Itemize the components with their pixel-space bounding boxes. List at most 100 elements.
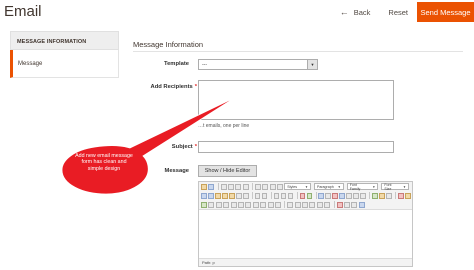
delete-row-icon[interactable] — [237, 201, 244, 208]
paste-icon[interactable] — [214, 192, 221, 199]
toolbar-separator — [395, 192, 397, 199]
merge-cells-icon[interactable] — [274, 201, 281, 208]
undo-icon[interactable] — [299, 192, 306, 199]
find-icon[interactable] — [235, 192, 242, 199]
help-icon[interactable] — [353, 192, 359, 199]
background-color-icon[interactable] — [405, 192, 411, 199]
horizontal-rule-icon[interactable] — [287, 201, 294, 208]
header-actions: ← Back Reset Send Message — [340, 2, 474, 22]
back-button[interactable]: ← Back — [340, 7, 371, 17]
required-marker: * — [194, 144, 197, 150]
arrow-left-icon: ← — [339, 7, 349, 17]
image-icon[interactable] — [339, 192, 345, 199]
toolbar-separator — [270, 192, 272, 199]
unlink-icon[interactable] — [325, 192, 331, 199]
toolbar-separator — [369, 192, 371, 199]
preview-icon[interactable] — [386, 192, 392, 199]
insert-widget-icon[interactable] — [201, 183, 207, 190]
redo-icon[interactable] — [306, 192, 313, 199]
cell-props-icon[interactable] — [215, 201, 222, 208]
insert-media-icon[interactable] — [336, 201, 343, 208]
template-select-value: --- — [202, 62, 207, 68]
page-title: Email — [4, 3, 42, 20]
subject-label: Subject * — [171, 144, 197, 150]
recipients-hint: …t emails, one per line — [198, 123, 250, 129]
insert-col-before-icon[interactable] — [245, 201, 252, 208]
editor-toolbar-row-2 — [199, 191, 412, 200]
paste-text-icon[interactable] — [221, 192, 228, 199]
align-left-icon[interactable] — [254, 183, 261, 190]
editor-toolbar-row-3 — [199, 200, 412, 209]
subscript-icon[interactable] — [309, 201, 316, 208]
message-label: Message — [164, 168, 190, 174]
fullscreen-icon[interactable] — [344, 201, 351, 208]
editor-status-path: Path: p — [199, 258, 412, 266]
insert-col-after-icon[interactable] — [252, 201, 259, 208]
toolbar-separator — [217, 183, 219, 190]
text-color-icon[interactable] — [398, 192, 404, 199]
cut-icon[interactable] — [201, 192, 207, 199]
insert-row-after-icon[interactable] — [230, 201, 237, 208]
insert-row-before-icon[interactable] — [223, 201, 230, 208]
copy-icon[interactable] — [207, 192, 214, 199]
visual-aid-icon[interactable] — [302, 201, 309, 208]
row-props-icon[interactable] — [208, 201, 215, 208]
toolbar-separator — [251, 192, 253, 199]
toolbar-separator — [315, 192, 317, 199]
numbered-list-icon[interactable] — [261, 192, 268, 199]
callout-text: Add new email message form has clean and… — [75, 153, 133, 172]
font-size-select[interactable]: Font Size ▼ — [381, 183, 409, 191]
toolbar-separator — [333, 201, 335, 208]
indent-icon[interactable] — [280, 192, 287, 199]
font-family-select[interactable]: Font Family ▼ — [346, 183, 379, 191]
required-marker: * — [194, 84, 197, 90]
bold-icon[interactable] — [220, 183, 227, 190]
outdent-icon[interactable] — [273, 192, 280, 199]
pilcrow-icon[interactable] — [351, 201, 358, 208]
send-message-button[interactable]: Send Message — [417, 2, 474, 22]
template-select[interactable]: --- ▼ — [198, 59, 318, 70]
section-title: Message Information — [133, 40, 204, 49]
blockquote-icon[interactable] — [287, 192, 294, 199]
paragraph-select[interactable]: Paragraph ▼ — [313, 183, 344, 190]
insert-time-icon[interactable] — [379, 192, 385, 199]
sidebar: MESSAGE INFORMATION Message — [10, 31, 119, 78]
toolbar-separator — [296, 192, 298, 199]
italic-icon[interactable] — [227, 183, 234, 190]
link-icon[interactable] — [318, 192, 324, 199]
table-icon[interactable] — [201, 201, 207, 208]
show-hide-editor-button[interactable]: Show / Hide Editor — [198, 165, 257, 177]
paste-word-icon[interactable] — [228, 192, 235, 199]
split-cells-icon[interactable] — [267, 201, 274, 208]
recipients-textarea[interactable] — [198, 80, 394, 120]
underline-icon[interactable] — [235, 183, 242, 190]
strikethrough-icon[interactable] — [242, 183, 249, 190]
align-right-icon[interactable] — [269, 183, 276, 190]
replace-icon[interactable] — [242, 192, 249, 199]
remove-format-icon[interactable] — [294, 201, 301, 208]
direction-icon[interactable] — [358, 201, 365, 208]
sidebar-heading: MESSAGE INFORMATION — [10, 31, 119, 50]
editor-content-area[interactable] — [199, 210, 412, 258]
superscript-icon[interactable] — [316, 201, 323, 208]
sidebar-item-message[interactable]: Message — [10, 50, 119, 78]
template-label: Template — [163, 61, 189, 67]
recipients-label: Add Recipients * — [150, 84, 197, 90]
insert-date-icon[interactable] — [372, 192, 378, 199]
source-code-icon[interactable] — [360, 192, 366, 199]
char-map-icon[interactable] — [324, 201, 331, 208]
wysiwyg-editor: Styles ▼ Paragraph ▼ Font Family ▼ Font Siz… — [198, 181, 413, 267]
align-center-icon[interactable] — [262, 183, 269, 190]
cleanup-icon[interactable] — [346, 192, 352, 199]
chevron-down-icon: ▼ — [307, 60, 317, 69]
reset-button[interactable]: Reset — [388, 8, 408, 17]
delete-col-icon[interactable] — [260, 201, 267, 208]
styles-select[interactable]: Styles ▼ — [284, 183, 311, 190]
anchor-icon[interactable] — [332, 192, 338, 199]
insert-image-icon[interactable] — [208, 183, 215, 190]
align-justify-icon[interactable] — [276, 183, 283, 190]
subject-input[interactable] — [198, 141, 394, 153]
toolbar-separator — [251, 183, 253, 190]
bullet-list-icon[interactable] — [254, 192, 261, 199]
editor-toolbar-row-1: Styles ▼ Paragraph ▼ Font Family ▼ Font Siz… — [199, 182, 412, 191]
